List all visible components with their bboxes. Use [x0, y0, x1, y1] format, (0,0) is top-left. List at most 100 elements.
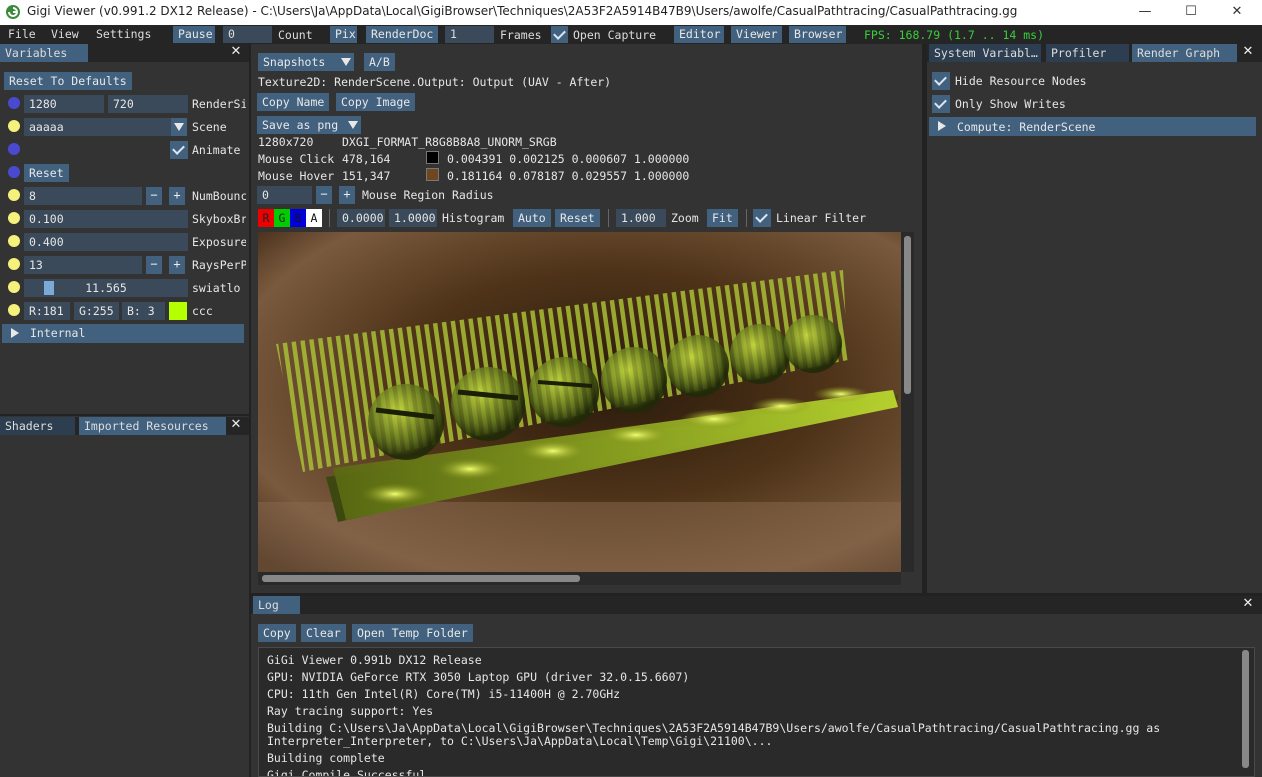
menu-settings[interactable]: Settings — [96, 27, 151, 41]
internal-group-header[interactable]: Internal — [2, 324, 244, 343]
scene-select[interactable]: aaaaa — [24, 118, 172, 136]
histogram-min-input[interactable]: 0.0000 — [337, 209, 385, 227]
viewer-button[interactable]: Viewer — [731, 26, 782, 43]
log-copy-button[interactable]: Copy — [258, 624, 296, 642]
slider-handle[interactable] — [44, 281, 54, 295]
expand-arrow-icon — [938, 121, 946, 131]
render-image[interactable] — [258, 232, 901, 572]
log-lines: GiGi Viewer 0.991b DX12 Release GPU: NVI… — [267, 653, 1242, 777]
render-height-input[interactable]: 720 — [108, 95, 188, 113]
close-icon[interactable]: ✕ — [1241, 45, 1255, 59]
log-scrollbar[interactable] — [1241, 650, 1250, 770]
close-icon[interactable]: ✕ — [229, 418, 243, 432]
color-label: ccc — [192, 304, 213, 318]
variables-tabbar: Variables ✕ — [0, 44, 249, 62]
swiatlo-slider[interactable]: 11.565 — [24, 279, 188, 297]
color-g-input[interactable]: G:255 — [74, 302, 119, 320]
menu-file[interactable]: File — [8, 27, 36, 41]
histogram-reset-button[interactable]: Reset — [555, 209, 600, 227]
snapshots-select[interactable]: Snapshots — [258, 53, 348, 71]
color-swatch[interactable] — [169, 302, 187, 320]
browser-button[interactable]: Browser — [789, 26, 846, 43]
pause-button[interactable]: Pause — [173, 26, 215, 43]
hide-resource-nodes-checkbox[interactable] — [932, 72, 950, 90]
channel-a-toggle[interactable]: A — [306, 209, 322, 227]
vertical-scrollbar[interactable] — [901, 232, 914, 572]
skybox-input[interactable]: 0.100 — [24, 210, 188, 228]
tab-log[interactable]: Log — [253, 596, 300, 614]
log-panel: Log ✕ Copy Clear Open Temp Folder GiGi V… — [251, 596, 1262, 777]
reset-defaults-button[interactable]: Reset To Defaults — [4, 72, 132, 90]
copy-image-button[interactable]: Copy Image — [336, 93, 416, 111]
tab-shaders[interactable]: Shaders — [0, 417, 75, 435]
tab-system-variables[interactable]: System Variabl… — [929, 44, 1041, 62]
frames-input[interactable]: 1 — [445, 26, 494, 43]
color-b-input[interactable]: B: 3 — [122, 302, 165, 320]
radius-label: Mouse Region Radius — [362, 188, 494, 202]
tab-imported-resources[interactable]: Imported Resources — [79, 417, 226, 435]
scrollbar-thumb[interactable] — [1242, 650, 1249, 768]
render-width-input[interactable]: 1280 — [24, 95, 104, 113]
renderdoc-button[interactable]: RenderDoc — [366, 26, 438, 43]
radius-input[interactable]: 0 — [257, 186, 312, 204]
close-icon[interactable]: ✕ — [1241, 597, 1255, 611]
rays-per-pixel-input[interactable]: 13 — [24, 256, 142, 274]
var-marker-icon — [8, 281, 20, 293]
reset-button[interactable]: Reset — [24, 164, 69, 182]
separator — [746, 209, 747, 227]
resources-tabbar: Shaders Imported Resources ✕ — [0, 417, 249, 435]
swiatlo-value: 11.565 — [85, 281, 127, 295]
menu-view[interactable]: View — [51, 27, 79, 41]
pix-button[interactable]: Pix — [330, 26, 357, 43]
editor-button[interactable]: Editor — [674, 26, 724, 43]
copy-name-button[interactable]: Copy Name — [257, 93, 330, 111]
increment-button[interactable]: + — [339, 186, 355, 204]
exposure-input[interactable]: 0.400 — [24, 233, 188, 251]
num-bounces-input[interactable]: 8 — [24, 187, 142, 205]
scrollbar-thumb[interactable] — [904, 236, 911, 394]
fit-button[interactable]: Fit — [707, 209, 738, 227]
title-bar: Gigi Viewer (v0.991.2 DX12 Release) - C:… — [0, 0, 1262, 25]
log-line: Building complete — [267, 751, 385, 765]
decrement-button[interactable]: − — [146, 256, 162, 274]
tab-render-graph[interactable]: Render Graph — [1132, 44, 1237, 62]
count-input[interactable]: 0 — [223, 26, 272, 43]
decrement-button[interactable]: − — [146, 187, 162, 205]
zoom-input[interactable]: 1.000 — [616, 209, 666, 227]
rays-label: RaysPerPixel — [192, 258, 246, 272]
close-icon[interactable]: ✕ — [229, 45, 243, 59]
only-show-writes-checkbox[interactable] — [932, 95, 950, 113]
decrement-button[interactable]: − — [316, 186, 332, 204]
linear-filter-checkbox[interactable] — [753, 209, 771, 227]
tab-profiler[interactable]: Profiler — [1046, 44, 1129, 62]
chevron-down-icon[interactable] — [171, 118, 187, 136]
auto-button[interactable]: Auto — [513, 209, 551, 227]
count-label: Count — [278, 28, 313, 42]
channel-g-toggle[interactable]: G — [274, 209, 290, 227]
chevron-down-icon[interactable] — [345, 116, 361, 134]
ab-button[interactable]: A/B — [364, 53, 395, 71]
scrollbar-thumb[interactable] — [262, 575, 580, 582]
open-temp-folder-button[interactable]: Open Temp Folder — [352, 624, 473, 642]
open-capture-checkbox[interactable] — [551, 26, 568, 43]
histogram-max-input[interactable]: 1.0000 — [389, 209, 437, 227]
increment-button[interactable]: + — [169, 256, 185, 274]
chevron-down-icon[interactable] — [338, 53, 354, 71]
log-line: Gigi Compile Successful — [267, 768, 427, 777]
increment-button[interactable]: + — [169, 187, 185, 205]
close-window-button[interactable]: ✕ — [1214, 0, 1260, 25]
horizontal-scrollbar[interactable] — [258, 572, 901, 585]
var-marker-icon — [8, 258, 20, 270]
channel-r-toggle[interactable]: R — [258, 209, 274, 227]
tab-variables[interactable]: Variables — [0, 44, 88, 62]
compute-node-row[interactable]: Compute: RenderScene — [929, 117, 1256, 136]
animate-label: Animate — [192, 143, 241, 157]
maximize-button[interactable]: ☐ — [1168, 0, 1214, 25]
log-clear-button[interactable]: Clear — [301, 624, 346, 642]
animate-checkbox[interactable] — [170, 141, 188, 159]
log-line: Ray tracing support: Yes — [267, 704, 434, 718]
color-r-input[interactable]: R:181 — [24, 302, 70, 320]
channel-b-toggle[interactable]: B — [290, 209, 306, 227]
minimize-button[interactable]: — — [1122, 0, 1168, 25]
swiatlo-label: swiatlo — [192, 281, 241, 295]
